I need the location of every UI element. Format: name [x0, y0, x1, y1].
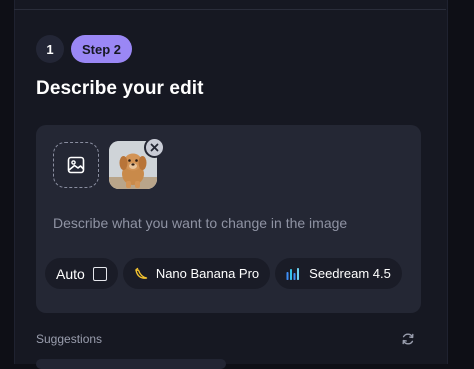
banana-icon [135, 267, 148, 279]
refresh-icon[interactable] [401, 332, 415, 346]
model-selector: Auto Nano Banana Pro Seedream 4.5 [45, 258, 402, 289]
close-icon [150, 143, 159, 152]
auto-label: Auto [56, 265, 85, 282]
bars-icon [286, 267, 300, 280]
model-label: Seedream 4.5 [309, 266, 391, 281]
step-1-badge[interactable]: 1 [36, 35, 64, 63]
suggestions-label: Suggestions [36, 332, 103, 346]
edit-prompt-input[interactable]: Describe what you want to change in the … [53, 215, 403, 231]
model-label: Nano Banana Pro [155, 266, 260, 281]
model-chip-seedream[interactable]: Seedream 4.5 [275, 258, 402, 289]
image-icon [67, 156, 85, 174]
page-title: Describe your edit [36, 78, 204, 99]
model-chip-nano-banana-pro[interactable]: Nano Banana Pro [122, 258, 271, 289]
step-indicator: 1 Step 2 [36, 35, 133, 63]
remove-image-button[interactable] [144, 137, 165, 158]
auto-toggle[interactable]: Auto [45, 258, 118, 289]
auto-checkbox[interactable] [92, 266, 107, 281]
divider [14, 9, 446, 10]
edit-card: Describe what you want to change in the … [36, 125, 421, 313]
suggestion-chip[interactable] [36, 359, 226, 369]
step-2-pill: Step 2 [71, 35, 133, 63]
upload-image-button[interactable] [53, 142, 99, 188]
